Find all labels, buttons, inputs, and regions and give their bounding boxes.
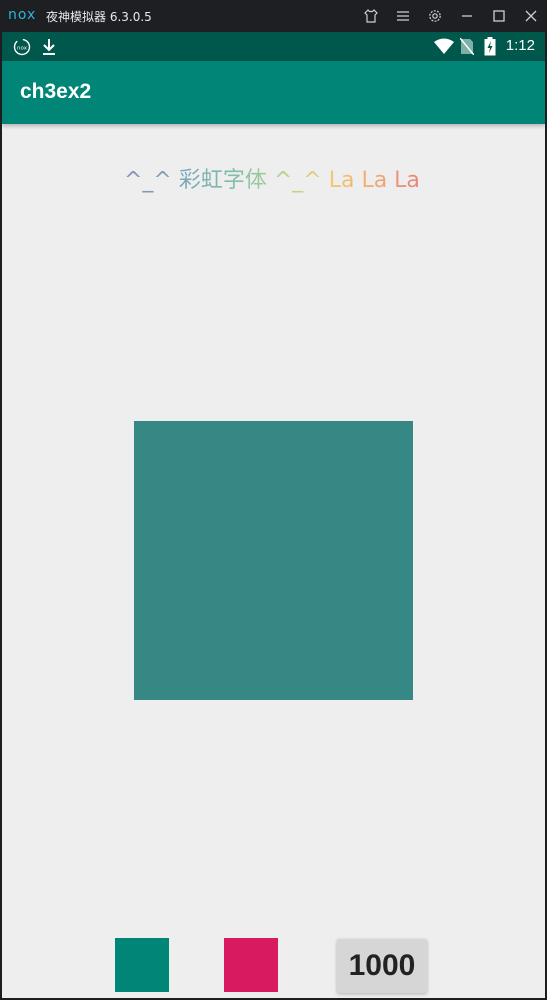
app-bar: ch3ex2 [2,61,545,124]
pink-color-button[interactable] [224,938,278,992]
no-sim-icon [459,37,475,59]
shirt-icon[interactable] [361,6,381,26]
minimize-icon[interactable] [457,6,477,26]
nox-logo: nox [8,7,37,23]
status-time: 1:12 [505,37,535,54]
maximize-icon[interactable] [489,6,509,26]
menu-icon[interactable] [393,6,413,26]
wifi-icon [434,38,454,58]
battery-charging-icon [484,37,496,60]
svg-text:nox: nox [17,46,28,52]
emulator-title: 夜神模拟器 6.3.0.5 [46,10,152,24]
page-title: ch3ex2 [20,80,92,103]
nox-app-icon: nox [12,37,32,61]
rainbow-text: ^_^ 彩虹字体 ^_^ La La La ~ [124,162,445,194]
teal-color-button[interactable] [115,938,169,992]
phone-screen: nox 1:12 ch3ex2 ^_^ 彩虹字体 ^_^ La La La ~ … [2,32,545,998]
count-button[interactable]: 1000 [337,939,427,993]
download-icon [41,37,57,61]
color-square [134,421,413,700]
status-bar: nox 1:12 [2,32,545,61]
settings-icon[interactable] [425,6,445,26]
emulator-title-bar: nox 夜神模拟器 6.3.0.5 [0,0,547,32]
close-icon[interactable] [521,6,541,26]
